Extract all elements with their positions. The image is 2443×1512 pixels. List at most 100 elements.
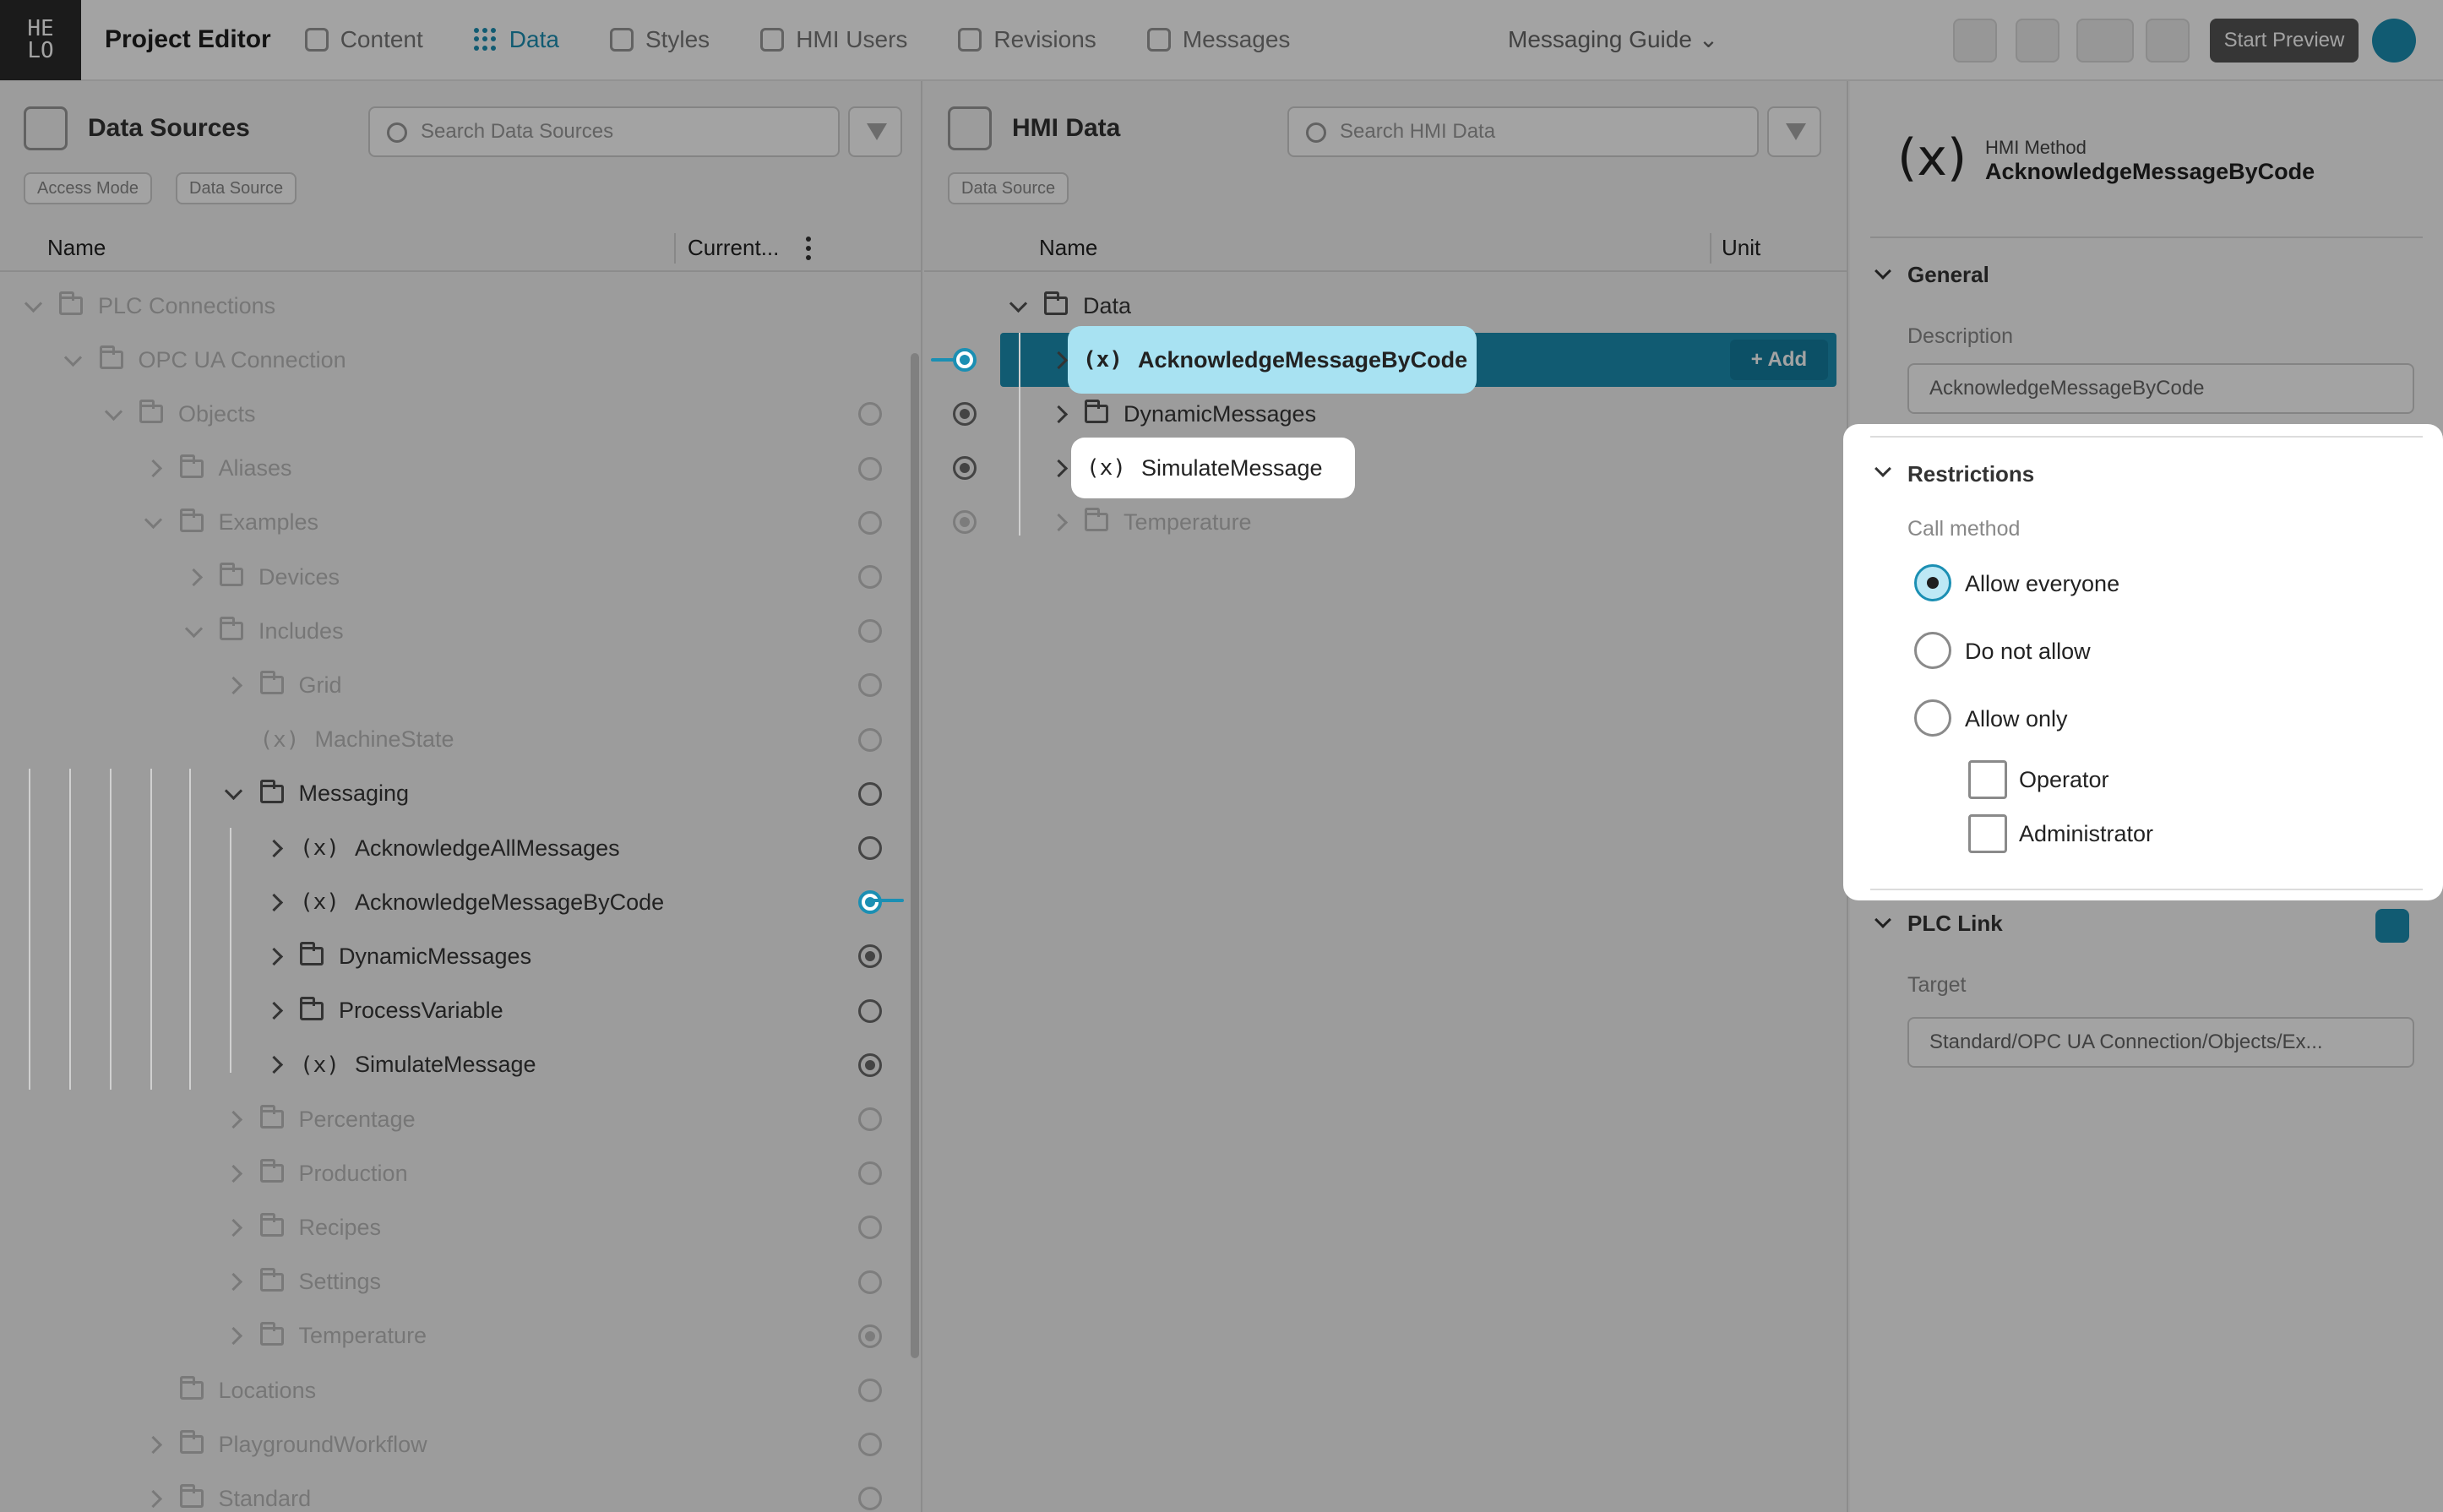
unlinked-status-icon[interactable] xyxy=(858,565,882,589)
column-divider[interactable] xyxy=(674,233,676,264)
chevron-right-icon[interactable] xyxy=(264,839,283,857)
start-preview-button[interactable]: Start Preview xyxy=(2210,19,2359,63)
linked-status-icon[interactable] xyxy=(858,1324,882,1348)
chevron-right-icon[interactable] xyxy=(225,1164,243,1183)
link-status-icon[interactable] xyxy=(858,890,882,915)
unlinked-status-icon[interactable] xyxy=(858,727,882,752)
tree-row[interactable]: DynamicMessages xyxy=(1049,387,1316,441)
filter-chip-data-source[interactable]: Data Source xyxy=(176,172,297,204)
radio-label[interactable]: Allow everyone xyxy=(1965,571,2119,597)
data-sources-search-input[interactable]: Search Data Sources xyxy=(368,106,840,157)
column-name[interactable]: Name xyxy=(47,235,106,261)
more-options-button[interactable] xyxy=(2146,19,2190,63)
chevron-down-icon[interactable] xyxy=(144,514,163,532)
layout-button[interactable] xyxy=(2076,19,2134,63)
chevron-right-icon[interactable] xyxy=(144,460,163,478)
scrollbar[interactable] xyxy=(911,353,919,1358)
linked-status-icon[interactable] xyxy=(953,456,977,480)
chevron-down-icon[interactable] xyxy=(184,622,203,640)
section-general[interactable]: General xyxy=(1907,262,1989,288)
chevron-down-icon[interactable] xyxy=(104,405,122,423)
linked-status-icon[interactable] xyxy=(953,402,977,426)
unlinked-status-icon[interactable] xyxy=(858,619,882,644)
unlinked-status-icon[interactable] xyxy=(858,998,882,1023)
chevron-right-icon[interactable] xyxy=(144,1489,163,1508)
tree-row[interactable]: (x) AcknowledgeMessageByCode xyxy=(264,875,664,929)
project-selector[interactable]: Messaging Guide ⌄ xyxy=(1508,25,1718,53)
chevron-right-icon[interactable] xyxy=(144,1435,163,1454)
tree-row[interactable]: Messaging xyxy=(225,767,409,821)
radio-allow-only[interactable] xyxy=(1914,699,1951,737)
radio-do-not-allow[interactable] xyxy=(1914,632,1951,669)
undo-button[interactable] xyxy=(2016,19,2059,63)
chevron-down-icon[interactable] xyxy=(225,785,243,803)
chevron-right-icon[interactable] xyxy=(184,568,203,586)
tree-row[interactable]: Percentage xyxy=(225,1092,416,1146)
radio-label[interactable]: Do not allow xyxy=(1965,639,2091,665)
checkbox-operator[interactable] xyxy=(1968,760,2007,799)
tree-row[interactable]: Standard xyxy=(144,1471,311,1512)
unlinked-status-icon[interactable] xyxy=(858,1433,882,1457)
tree-row[interactable]: OPC UA Connection xyxy=(64,333,346,387)
tree-row[interactable]: (x) AcknowledgeAllMessages xyxy=(264,821,620,875)
unlinked-status-icon[interactable] xyxy=(858,836,882,860)
filter-chip-data-source[interactable]: Data Source xyxy=(948,172,1069,204)
nav-tab-hmi-users[interactable]: HMI Users xyxy=(760,26,907,53)
tree-row[interactable]: Objects xyxy=(104,387,256,441)
avatar[interactable] xyxy=(2372,19,2416,63)
tree-row[interactable]: Production xyxy=(225,1146,408,1200)
nav-tab-content[interactable]: Content xyxy=(304,26,423,53)
tree-row[interactable]: ProcessVariable xyxy=(264,984,503,1038)
chevron-down-icon[interactable] xyxy=(24,296,42,315)
section-restrictions[interactable]: Restrictions xyxy=(1907,461,2034,487)
unlinked-status-icon[interactable] xyxy=(858,510,882,535)
chevron-right-icon[interactable] xyxy=(225,1218,243,1237)
tree-row[interactable]: Data xyxy=(1009,279,1131,333)
nav-tab-styles[interactable]: Styles xyxy=(609,26,710,53)
tree-row[interactable]: Aliases xyxy=(144,442,292,496)
chevron-right-icon[interactable] xyxy=(1049,351,1068,369)
chevron-right-icon[interactable] xyxy=(1049,513,1068,531)
hmi-data-search-input[interactable]: Search HMI Data xyxy=(1287,106,1759,157)
notifications-button[interactable] xyxy=(1953,19,1997,63)
add-button[interactable]: + Add xyxy=(1730,340,1828,380)
tree-row[interactable]: Temperature xyxy=(1049,495,1252,549)
chevron-right-icon[interactable] xyxy=(225,1273,243,1292)
filter-button[interactable] xyxy=(848,106,902,157)
plc-link-toggle[interactable] xyxy=(2375,909,2409,943)
link-status-icon[interactable] xyxy=(953,348,977,372)
hmi-item-simulate-message[interactable]: (x) SimulateMessage xyxy=(1071,438,1355,498)
chevron-right-icon[interactable] xyxy=(225,1327,243,1346)
filter-chip-access-mode[interactable]: Access Mode xyxy=(24,172,153,204)
checkbox-label[interactable]: Operator xyxy=(2019,767,2109,793)
tree-row[interactable]: PlaygroundWorkflow xyxy=(144,1417,427,1471)
tree-row[interactable]: Grid xyxy=(225,658,342,712)
tree-row[interactable]: Includes xyxy=(184,604,344,658)
section-plc-link[interactable]: PLC Link xyxy=(1907,911,2003,937)
chevron-down-icon[interactable] xyxy=(1009,296,1027,315)
unlinked-status-icon[interactable] xyxy=(858,1270,882,1294)
chevron-right-icon[interactable] xyxy=(225,676,243,694)
chevron-right-icon[interactable] xyxy=(264,1002,283,1020)
chevron-down-icon[interactable] xyxy=(64,351,83,369)
tree-row[interactable]: DynamicMessages xyxy=(264,929,531,983)
target-input[interactable]: Standard/OPC UA Connection/Objects/Ex... xyxy=(1907,1017,2414,1068)
linked-status-icon[interactable] xyxy=(953,510,977,534)
column-name[interactable]: Name xyxy=(1039,235,1097,261)
tree-row[interactable]: Locations xyxy=(144,1363,316,1417)
chevron-right-icon[interactable] xyxy=(1049,459,1068,477)
chevron-right-icon[interactable] xyxy=(264,893,283,911)
chevron-right-icon[interactable] xyxy=(1049,405,1068,423)
column-current[interactable]: Current... xyxy=(688,235,779,261)
radio-allow-everyone[interactable] xyxy=(1914,564,1951,601)
tree-row[interactable]: (x) SimulateMessage xyxy=(264,1038,536,1092)
description-input[interactable]: AcknowledgeMessageByCode xyxy=(1907,363,2414,414)
unlinked-status-icon[interactable] xyxy=(858,1107,882,1131)
tree-row[interactable]: Examples xyxy=(144,496,318,550)
tree-row[interactable]: Recipes xyxy=(225,1200,381,1254)
tree-row[interactable]: Settings xyxy=(225,1255,381,1309)
chevron-right-icon[interactable] xyxy=(264,947,283,965)
hmi-item-acknowledge-message-by-code[interactable]: (x) AcknowledgeMessageByCode xyxy=(1068,326,1477,394)
unlinked-status-icon[interactable] xyxy=(858,1379,882,1402)
checkbox-label[interactable]: Administrator xyxy=(2019,821,2153,847)
